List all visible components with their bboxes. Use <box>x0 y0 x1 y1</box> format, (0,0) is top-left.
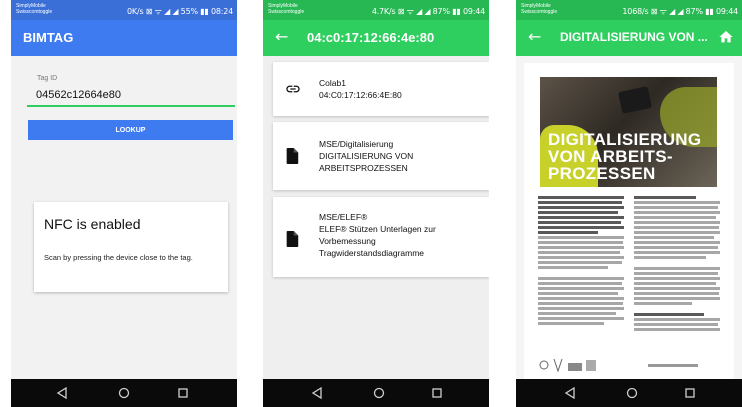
item-subtitle: Vorbemessung <box>319 236 376 246</box>
item-title: MSE/Digitalisierung <box>319 139 394 149</box>
back-arrow-icon[interactable]: ← <box>528 28 541 46</box>
home-nav-icon[interactable] <box>626 387 638 399</box>
item-subtitle: DIGITALISIERUNG VON <box>319 151 414 161</box>
carrier-label: SimplyMobile Swisscomtoggle <box>268 3 305 15</box>
status-indicators: 4.7K/s ⊠ ᯤ ◢ ◢ 87% ▮▮ 09:44 <box>371 7 485 16</box>
status-bar: SimplyMobile Swisscomtoggle 1068/s ⊠ ᯤ ◢… <box>516 0 742 20</box>
list-item[interactable]: Colab1 04:C0:17:12:66:4E:80 <box>273 62 489 116</box>
navigation-bar <box>516 379 742 407</box>
nfc-status-card: NFC is enabled Scan by pressing the devi… <box>34 202 228 292</box>
document-title: DIGITALISIERUNG VON ARBEITS-PROZESSEN <box>548 130 702 183</box>
text-column-right <box>634 196 720 333</box>
item-subtitle: ARBEITSPROZESSEN <box>319 163 408 173</box>
list-item[interactable]: MSE/Digitalisierung DIGITALISIERUNG VON … <box>273 122 489 190</box>
recents-nav-icon[interactable] <box>684 387 696 399</box>
back-nav-icon[interactable] <box>564 387 576 399</box>
app-title: DIGITALISIERUNG VON ... <box>560 30 708 44</box>
phone-screen-tag-details: SimplyMobile Swisscomtoggle 4.7K/s ⊠ ᯤ ◢… <box>263 0 489 407</box>
app-bar: ← DIGITALISIERUNG VON ... <box>516 20 742 56</box>
document-cover-image: DIGITALISIERUNG VON ARBEITS-PROZESSEN <box>540 77 717 187</box>
back-nav-icon[interactable] <box>56 387 68 399</box>
link-icon <box>286 85 300 93</box>
status-bar: SimplyMobile Swisscomtoggle 4.7K/s ⊠ ᯤ ◢… <box>263 0 489 20</box>
tag-id-input[interactable] <box>36 89 234 101</box>
status-indicators: 1068/s ⊠ ᯤ ◢ ◢ 87% ▮▮ 09:44 <box>622 7 738 16</box>
home-icon[interactable] <box>718 29 734 45</box>
carrier-label: SimplyMobile Swisscomtoggle <box>521 3 558 15</box>
app-title: 04:c0:17:12:66:4e:80 <box>307 30 435 45</box>
tag-id-label: Tag ID <box>37 75 58 82</box>
recents-nav-icon[interactable] <box>431 387 443 399</box>
status-indicators: 0K/s ⊠ ᯤ ◢ ◢ 55% ▮▮ 08:24 <box>127 7 233 16</box>
document-icon <box>286 231 299 247</box>
item-subtitle: 04:C0:17:12:66:4E:80 <box>319 90 402 100</box>
list-item[interactable]: MSE/ELEF® ELEF® Stützen Unterlagen zur V… <box>273 197 489 277</box>
document-icon <box>286 148 299 164</box>
phone-screen-document-viewer: SimplyMobile Swisscomtoggle 1068/s ⊠ ᯤ ◢… <box>516 0 742 407</box>
pdf-page[interactable]: DIGITALISIERUNG VON ARBEITS-PROZESSEN <box>524 63 734 379</box>
item-title: Colab1 <box>319 78 346 88</box>
app-bar: ← 04:c0:17:12:66:4e:80 <box>263 20 489 56</box>
list-item-text: Colab1 04:C0:17:12:66:4E:80 <box>319 77 402 101</box>
item-subtitle: ELEF® Stützen Unterlagen zur <box>319 224 436 234</box>
navigation-bar <box>263 379 489 407</box>
nfc-heading: NFC is enabled <box>44 216 141 232</box>
item-subtitle: Tragwiderstandsdiagramme <box>319 248 425 258</box>
list-item-text: MSE/Digitalisierung DIGITALISIERUNG VON … <box>319 138 413 174</box>
navigation-bar <box>11 379 237 407</box>
input-underline <box>27 105 235 107</box>
home-nav-icon[interactable] <box>118 387 130 399</box>
item-title: MSE/ELEF® <box>319 212 368 222</box>
app-bar: BIMTAG <box>11 20 237 56</box>
list-item-text: MSE/ELEF® ELEF® Stützen Unterlagen zur V… <box>319 211 436 259</box>
app-title: BIMTAG <box>23 30 74 45</box>
tablet-shape <box>618 86 652 114</box>
back-nav-icon[interactable] <box>311 387 323 399</box>
status-bar: SimplyMobile Swisscomtoggle 0K/s ⊠ ᯤ ◢ ◢… <box>11 0 237 20</box>
nfc-instruction: Scan by pressing the device close to the… <box>44 253 193 262</box>
carrier-label: SimplyMobile Swisscomtoggle <box>16 3 53 15</box>
phone-screen-bimtag: SimplyMobile Swisscomtoggle 0K/s ⊠ ᯤ ◢ ◢… <box>11 0 237 407</box>
back-arrow-icon[interactable]: ← <box>275 28 288 46</box>
footer-logos <box>539 358 698 373</box>
home-nav-icon[interactable] <box>373 387 385 399</box>
recents-nav-icon[interactable] <box>177 387 189 399</box>
lookup-button[interactable]: LOOKUP <box>28 120 233 140</box>
text-column-left <box>538 196 624 327</box>
